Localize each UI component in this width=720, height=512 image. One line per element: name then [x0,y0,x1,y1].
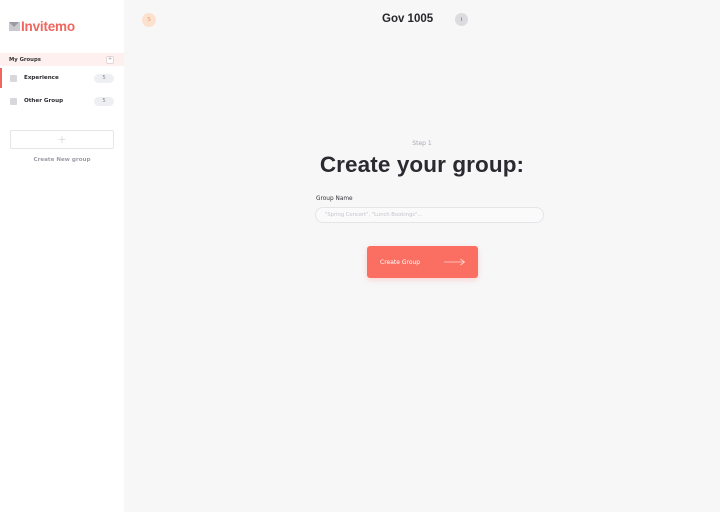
step-indicator: Step 1 [412,140,432,147]
my-groups-title: My Groups [9,56,41,63]
group-item-other-group[interactable]: Other Group 5 [0,91,124,111]
sidebar: Invitemo My Groups + Experience 5 Other … [0,0,124,512]
group-name: Other Group [24,98,64,104]
page-title: Gov 1005 [382,13,434,25]
arrow-right-icon [444,258,466,266]
group-checkbox[interactable] [10,97,17,105]
my-groups-header: My Groups + [0,53,124,66]
create-new-group-link[interactable]: Create New group [10,157,114,163]
info-icon[interactable]: i [455,13,468,26]
add-group-icon[interactable]: + [106,55,114,64]
group-name: Experience [24,75,59,81]
group-checkbox[interactable] [10,74,17,82]
user-avatar[interactable]: S [142,13,156,27]
group-count-badge: 5 [94,73,114,83]
create-new-group-button[interactable]: + [10,130,114,149]
group-name-input[interactable] [315,207,544,223]
plus-icon: + [57,133,67,146]
envelope-logo-icon [9,21,20,31]
group-item-experience[interactable]: Experience 5 [0,68,124,88]
logo[interactable]: Invitemo [9,18,75,34]
logo-text: Invitemo [21,18,75,34]
create-group-heading: Create your group: [319,152,525,177]
create-group-button[interactable]: Create Group [367,246,478,278]
group-count-badge: 5 [94,96,114,106]
create-group-button-label: Create Group [380,258,421,266]
group-name-label: Group Name [316,196,353,202]
